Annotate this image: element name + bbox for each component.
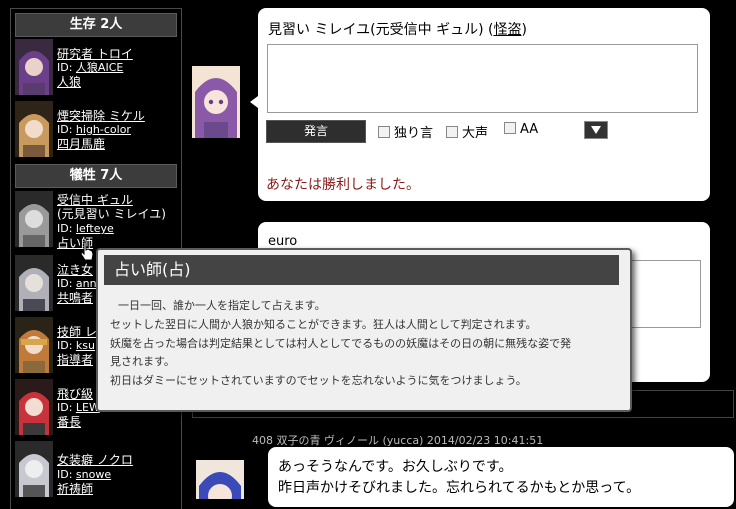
log-message-line: あっそうなんです。お久しぶりです。 <box>278 459 513 475</box>
player-id-link[interactable]: ann <box>76 277 97 290</box>
result-message: あなたは勝利しました。 <box>266 177 420 193</box>
post-button[interactable]: 発言 <box>266 120 366 143</box>
player-avatar[interactable] <box>15 255 53 311</box>
player-id-link[interactable]: lefteye <box>76 222 114 235</box>
player-role[interactable]: 共鳴者 <box>57 291 93 305</box>
triangle-down-icon <box>591 126 601 134</box>
player-role[interactable]: 番長 <box>57 415 81 429</box>
player-id-link[interactable]: snowe <box>76 468 111 481</box>
player-role[interactable]: 人狼 <box>57 75 81 89</box>
option-loud[interactable]: 大声 <box>446 122 488 141</box>
tooltip-line: 見されます。 <box>110 355 175 368</box>
player-name[interactable]: 煙突掃除 ミケル <box>57 109 145 123</box>
expand-dropdown-button[interactable] <box>584 121 608 139</box>
player-id: ID: ann <box>57 277 97 290</box>
player-id: ID: ksu <box>57 339 95 352</box>
player-name[interactable]: 受信中 ギュル <box>57 193 133 207</box>
player-entry: 煙突掃除 ミケル ID: high-color 四月馬鹿 <box>15 101 180 159</box>
post-timestamp: 2014/02/23 10:41:51 <box>426 434 544 447</box>
aa-checkbox[interactable] <box>504 122 516 134</box>
post-number: 408 <box>252 434 273 447</box>
speaker-name: 見習い ミレイユ(元受信中 ギュル) <box>268 22 484 38</box>
player-id: ID: snowe <box>57 468 112 481</box>
tooltip-line: 初日はダミーにセットされていますのでセットを忘れないように気をつけましょう。 <box>110 374 527 387</box>
post-speaker: 双子の青 ヴィノール (yucca) <box>276 434 424 447</box>
player-name[interactable]: 女装癖 ノクロ <box>57 453 133 467</box>
player-name[interactable]: 泣き女 <box>57 263 93 277</box>
player-avatar[interactable] <box>15 191 53 247</box>
tooltip-line: セットした翌日に人間か人狼か知ることができます。狂人は人間として判定されます。 <box>110 318 537 331</box>
bubble-tail <box>250 96 258 108</box>
tooltip-line: 一日一回、誰か一人を指定して占えます。 <box>118 299 326 312</box>
log-message-bubble: あっそうなんです。お久しぶりです。 昨日声かけそびれました。忘れられてるかもとか… <box>268 447 734 507</box>
log-speaker-avatar <box>196 460 244 499</box>
player-avatar[interactable] <box>15 101 53 157</box>
player-alias: (元見習い ミレイユ) <box>57 207 166 221</box>
player-entry: 研究者 トロイ ID: 人狼AICE 人狼 <box>15 39 180 97</box>
player-role[interactable]: 指導者 <box>57 353 93 367</box>
player-role[interactable]: 祈祷師 <box>57 482 93 496</box>
player-id-link[interactable]: high-color <box>76 123 131 136</box>
player-id: ID: lefteye <box>57 222 114 235</box>
dead-header: 犠牲 7人 <box>15 164 177 188</box>
option-aa[interactable]: AA <box>504 122 538 137</box>
player-role[interactable]: 四月馬鹿 <box>57 137 105 151</box>
player-id-link[interactable]: ksu <box>76 339 95 352</box>
log-message-line: 昨日声かけそびれました。忘れられてるかもとか思って。 <box>278 480 641 496</box>
post-meta: 408 双子の青 ヴィノール (yucca) 2014/02/23 10:41:… <box>252 432 543 448</box>
tooltip-title: 占い師(占) <box>104 255 619 285</box>
speaker-avatar <box>192 66 240 138</box>
player-name[interactable]: 飛び級 <box>57 387 93 401</box>
player-name[interactable]: 技師 レ <box>57 325 97 339</box>
loud-checkbox[interactable] <box>446 126 458 138</box>
alive-header: 生存 2人 <box>15 13 177 37</box>
player-entry: 受信中 ギュル (元見習い ミレイユ) ID: lefteye 占い師 <box>15 191 180 261</box>
player-id: ID: 人狼AICE <box>57 61 124 74</box>
player-avatar[interactable] <box>15 379 53 435</box>
player-avatar[interactable] <box>15 317 53 373</box>
post-speaker-fragment: euro <box>268 234 298 249</box>
tooltip-line: 妖魔を占った場合は判定結果としては村人としてでるものの妖魔はその日の朝に無残な姿… <box>110 337 572 350</box>
speaker-role-link[interactable]: 怪盗 <box>493 22 521 38</box>
player-id-link[interactable]: 人狼AICE <box>76 61 123 74</box>
player-avatar[interactable] <box>15 441 53 497</box>
composer-bubble: 見習い ミレイユ(元受信中 ギュル) (怪盗) 発言 独り言 大声 AA あなた… <box>258 8 710 201</box>
message-textarea[interactable] <box>267 44 698 113</box>
player-id: ID: LEW <box>57 401 100 414</box>
player-name[interactable]: 研究者 トロイ <box>57 47 133 61</box>
player-entry: 女装癖 ノクロ ID: snowe 祈祷師 <box>15 441 180 499</box>
player-id: ID: high-color <box>57 123 131 136</box>
speaker-header: 見習い ミレイユ(元受信中 ギュル) (怪盗) <box>268 22 527 38</box>
option-soliloquy[interactable]: 独り言 <box>378 122 433 141</box>
player-avatar[interactable] <box>15 39 53 95</box>
soliloquy-checkbox[interactable] <box>378 126 390 138</box>
role-tooltip: 占い師(占) 一日一回、誰か一人を指定して占えます。 セットした翌日に人間か人狼… <box>96 248 632 412</box>
